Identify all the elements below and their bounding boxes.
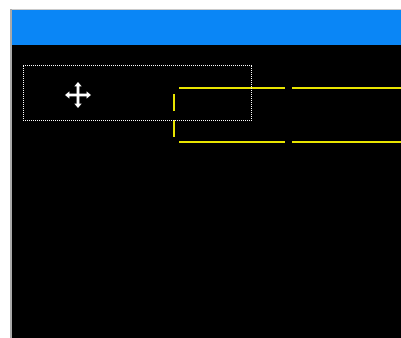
guide-line-bottom-segment-1 [179, 141, 285, 143]
move-cursor-icon [63, 80, 93, 110]
guide-line-top-segment-2 [292, 87, 401, 89]
guide-line-bottom-segment-2 [292, 141, 401, 143]
selection-marquee[interactable] [23, 65, 252, 121]
guide-line-left-segment-2 [173, 120, 175, 137]
title-bar[interactable] [12, 10, 401, 45]
app-window [0, 0, 401, 338]
